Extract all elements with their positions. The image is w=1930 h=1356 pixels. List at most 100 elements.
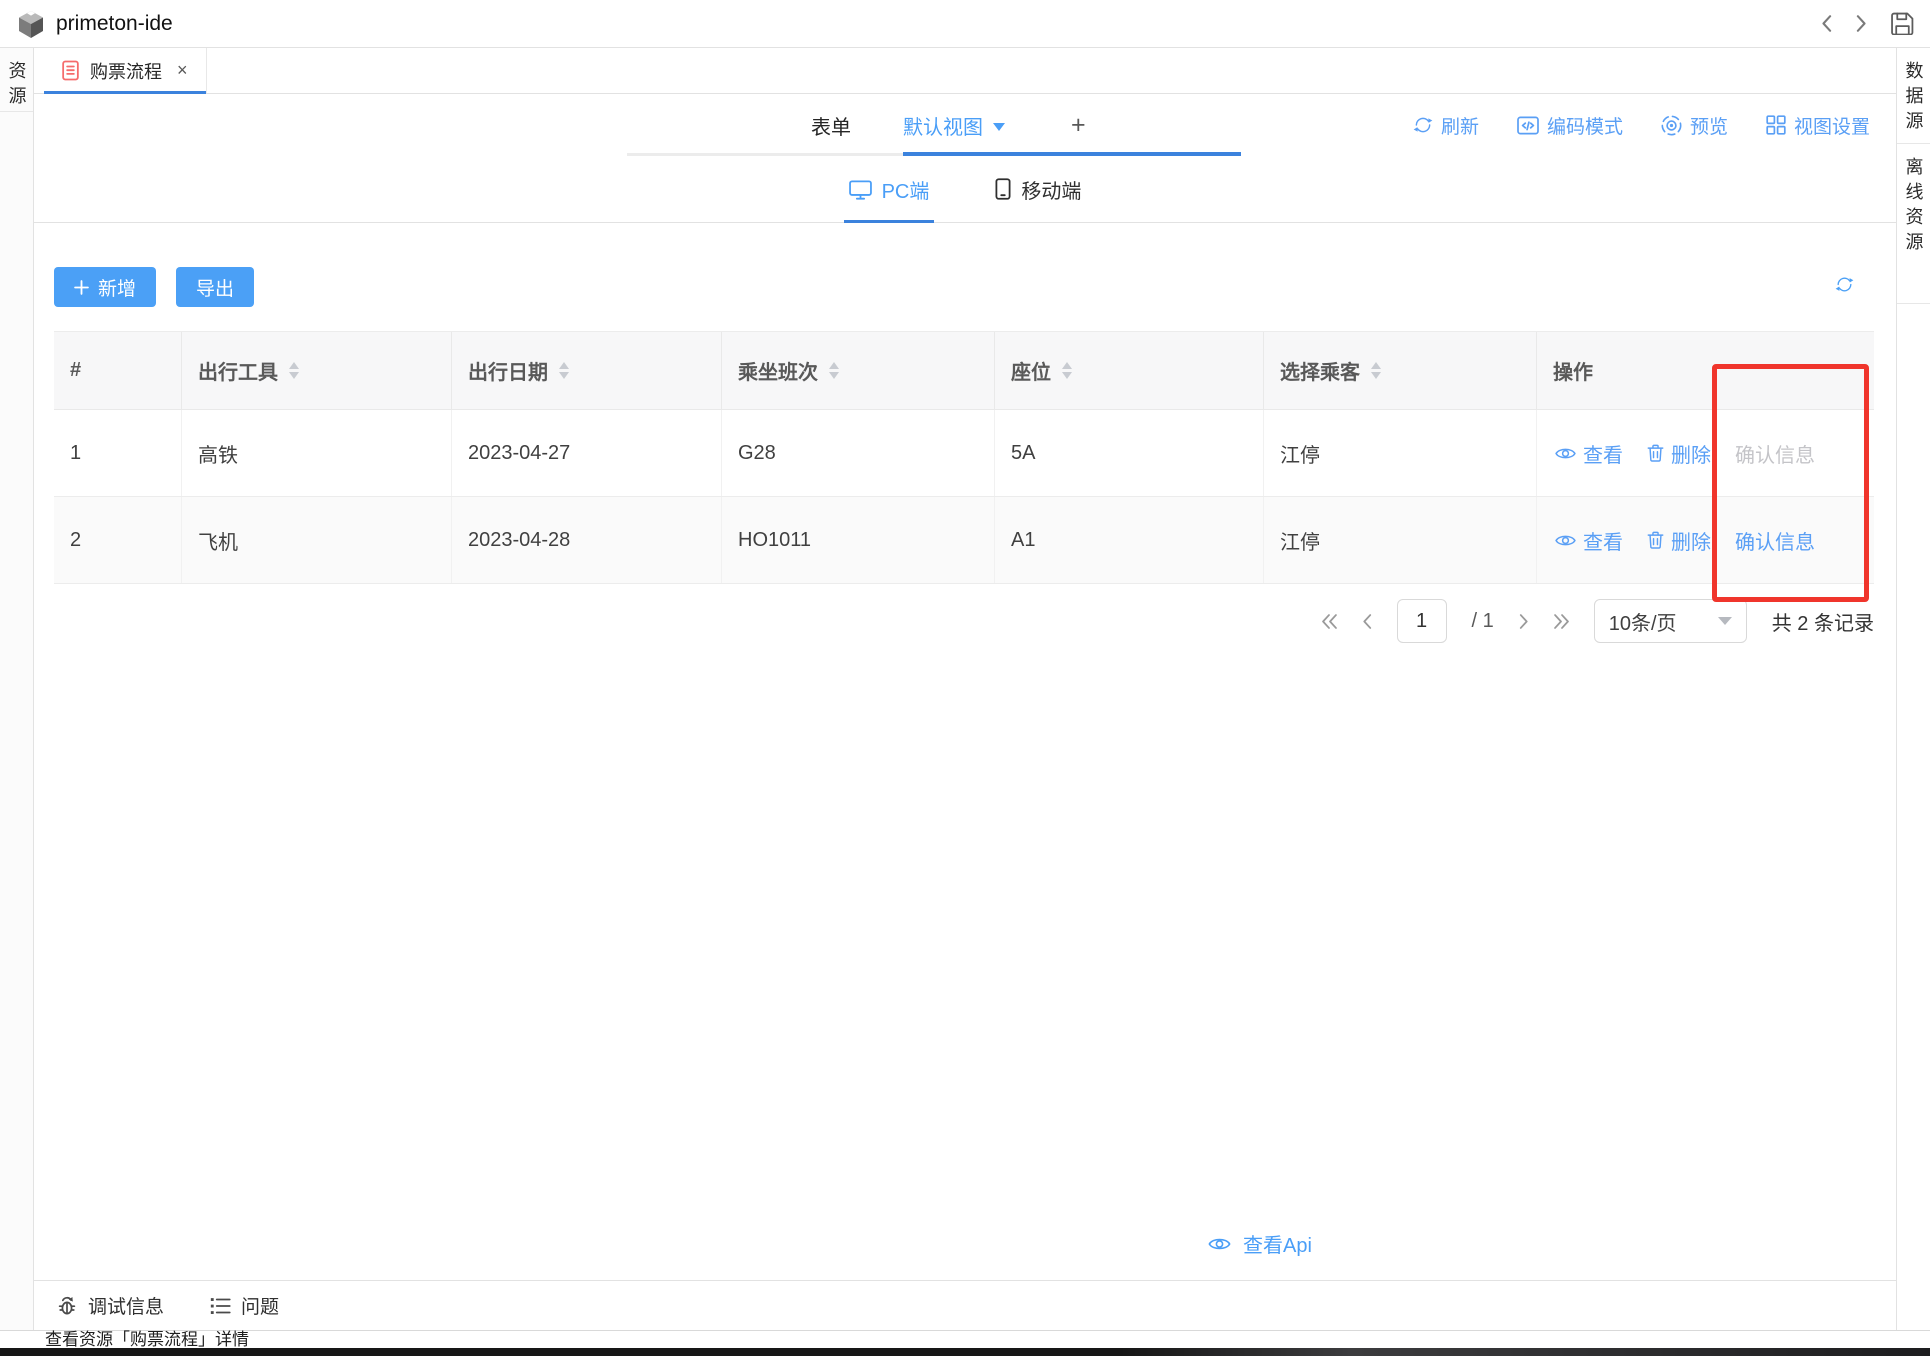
view-settings-label: 视图设置 <box>1794 112 1870 139</box>
list-icon <box>210 1297 231 1315</box>
table-header-row: # 出行工具 出行日期 乘坐班次 座位 <box>54 331 1874 410</box>
sort-icon[interactable] <box>559 362 569 379</box>
table-row: 2 飞机 2023-04-28 HO1011 A1 江停 <box>54 497 1874 584</box>
cell-passenger: 江停 <box>1264 497 1537 583</box>
plus-icon <box>74 280 89 295</box>
tab-mobile[interactable]: 移动端 <box>995 156 1081 222</box>
app-title: primeton-ide <box>56 12 173 36</box>
preview-button[interactable]: 预览 <box>1661 112 1728 139</box>
chevron-down-icon <box>1718 617 1732 625</box>
titlebar: primeton-ide <box>0 0 1930 48</box>
app-logo-icon <box>16 9 46 39</box>
cell-operations: 查看 删除 确认信息 <box>1537 410 1874 496</box>
view-link[interactable]: 查看 <box>1555 526 1623 555</box>
col-header-date[interactable]: 出行日期 <box>452 332 722 409</box>
save-icon[interactable] <box>1891 12 1914 35</box>
record-count-label: 共 2 条记录 <box>1772 607 1874 636</box>
view-api-link[interactable]: 查看Api <box>1208 1229 1312 1258</box>
window-bottom-edge <box>0 1348 1930 1356</box>
rail-item-label: 资源 <box>4 61 30 111</box>
refresh-icon <box>1413 115 1433 135</box>
close-icon[interactable]: × <box>177 60 188 81</box>
status-text: 查看资源「购票流程」详情 <box>45 1331 249 1349</box>
rail-item-datasource[interactable]: 数据源 <box>1897 48 1930 144</box>
cell-trip: G28 <box>722 410 995 496</box>
nav-forward-icon[interactable] <box>1856 15 1867 32</box>
eye-icon <box>1555 446 1576 461</box>
tab-form[interactable]: 表单 <box>811 94 851 156</box>
code-mode-icon <box>1517 116 1539 135</box>
preview-label: 预览 <box>1690 112 1728 139</box>
view-toolbar: 刷新 编码模式 <box>1413 94 1870 156</box>
editor-tab-label: 购票流程 <box>90 58 162 84</box>
pagination: 1 / 1 10条/页 共 2 条记录 <box>1322 597 1875 645</box>
tab-pc-label: PC端 <box>882 175 930 204</box>
delete-link[interactable]: 删除 <box>1647 439 1711 468</box>
issues-button[interactable]: 问题 <box>210 1292 279 1319</box>
add-button-label: 新增 <box>98 274 136 301</box>
col-header-index: # <box>54 332 182 409</box>
view-settings-button[interactable]: 视图设置 <box>1766 112 1870 139</box>
confirm-info-link[interactable]: 确认信息 <box>1735 526 1815 555</box>
first-page-icon[interactable] <box>1322 614 1337 629</box>
export-button[interactable]: 导出 <box>176 267 254 307</box>
debug-info-label: 调试信息 <box>88 1292 164 1319</box>
col-header-passenger[interactable]: 选择乘客 <box>1264 332 1537 409</box>
refresh-button[interactable]: 刷新 <box>1413 112 1479 139</box>
grid-settings-icon <box>1766 115 1786 135</box>
cell-operations: 查看 删除 确认信息 <box>1537 497 1874 583</box>
debug-info-button[interactable]: 调试信息 <box>56 1292 164 1319</box>
tab-default-view[interactable]: 默认视图 <box>903 94 1005 156</box>
view-api-label: 查看Api <box>1243 1229 1312 1258</box>
sort-icon[interactable] <box>829 362 839 379</box>
sort-icon[interactable] <box>289 362 299 379</box>
cell-seat: 5A <box>995 410 1264 496</box>
tab-form-label: 表单 <box>811 111 851 140</box>
plus-icon: + <box>1071 111 1086 140</box>
rail-item-label: 数据源 <box>1901 61 1927 136</box>
last-page-icon[interactable] <box>1554 614 1569 629</box>
cell-seat: A1 <box>995 497 1264 583</box>
table-refresh-icon[interactable] <box>1835 275 1854 294</box>
col-header-trip[interactable]: 乘坐班次 <box>722 332 995 409</box>
cell-index: 1 <box>54 410 182 496</box>
nav-back-icon[interactable] <box>1821 15 1832 32</box>
bug-icon <box>56 1295 78 1316</box>
view-link[interactable]: 查看 <box>1555 439 1623 468</box>
editor-tab-ticket-flow[interactable]: 购票流程 × <box>44 48 207 93</box>
prev-page-icon[interactable] <box>1362 614 1372 629</box>
col-header-seat[interactable]: 座位 <box>995 332 1264 409</box>
page-number-input[interactable]: 1 <box>1397 599 1447 643</box>
cell-vehicle: 飞机 <box>182 497 452 583</box>
delete-link[interactable]: 删除 <box>1647 526 1711 555</box>
cell-trip: HO1011 <box>722 497 995 583</box>
col-header-vehicle[interactable]: 出行工具 <box>182 332 452 409</box>
table-row: 1 高铁 2023-04-27 G28 5A 江停 查看 <box>54 410 1874 497</box>
statusbar: 查看资源「购票流程」详情 <box>0 1330 1930 1348</box>
cell-date: 2023-04-28 <box>452 497 722 583</box>
viewbar: 表单 默认视图 + <box>34 94 1896 156</box>
trash-icon <box>1647 444 1664 462</box>
cell-passenger: 江停 <box>1264 410 1537 496</box>
add-button[interactable]: 新增 <box>54 267 156 307</box>
tab-pc[interactable]: PC端 <box>849 156 930 222</box>
delete-link-label: 删除 <box>1671 526 1711 555</box>
preview-icon <box>1661 115 1682 136</box>
trash-icon <box>1647 531 1664 549</box>
rail-item-offline-resources[interactable]: 离线资源 <box>1897 144 1930 304</box>
confirm-info-link: 确认信息 <box>1735 439 1815 468</box>
sort-icon[interactable] <box>1062 362 1072 379</box>
view-link-label: 查看 <box>1583 526 1623 555</box>
document-icon <box>62 60 79 81</box>
code-mode-button[interactable]: 编码模式 <box>1517 112 1623 139</box>
left-rail: 资源 <box>0 48 34 1330</box>
cell-vehicle: 高铁 <box>182 410 452 496</box>
issues-label: 问题 <box>241 1292 279 1319</box>
page-size-select[interactable]: 10条/页 <box>1594 599 1747 643</box>
sort-icon[interactable] <box>1371 362 1381 379</box>
next-page-icon[interactable] <box>1519 614 1529 629</box>
rail-item-resources[interactable]: 资源 <box>0 48 33 112</box>
add-view-button[interactable]: + <box>1071 94 1086 156</box>
view-tabs: 表单 默认视图 + <box>689 94 1241 156</box>
tab-mobile-label: 移动端 <box>1021 175 1081 204</box>
